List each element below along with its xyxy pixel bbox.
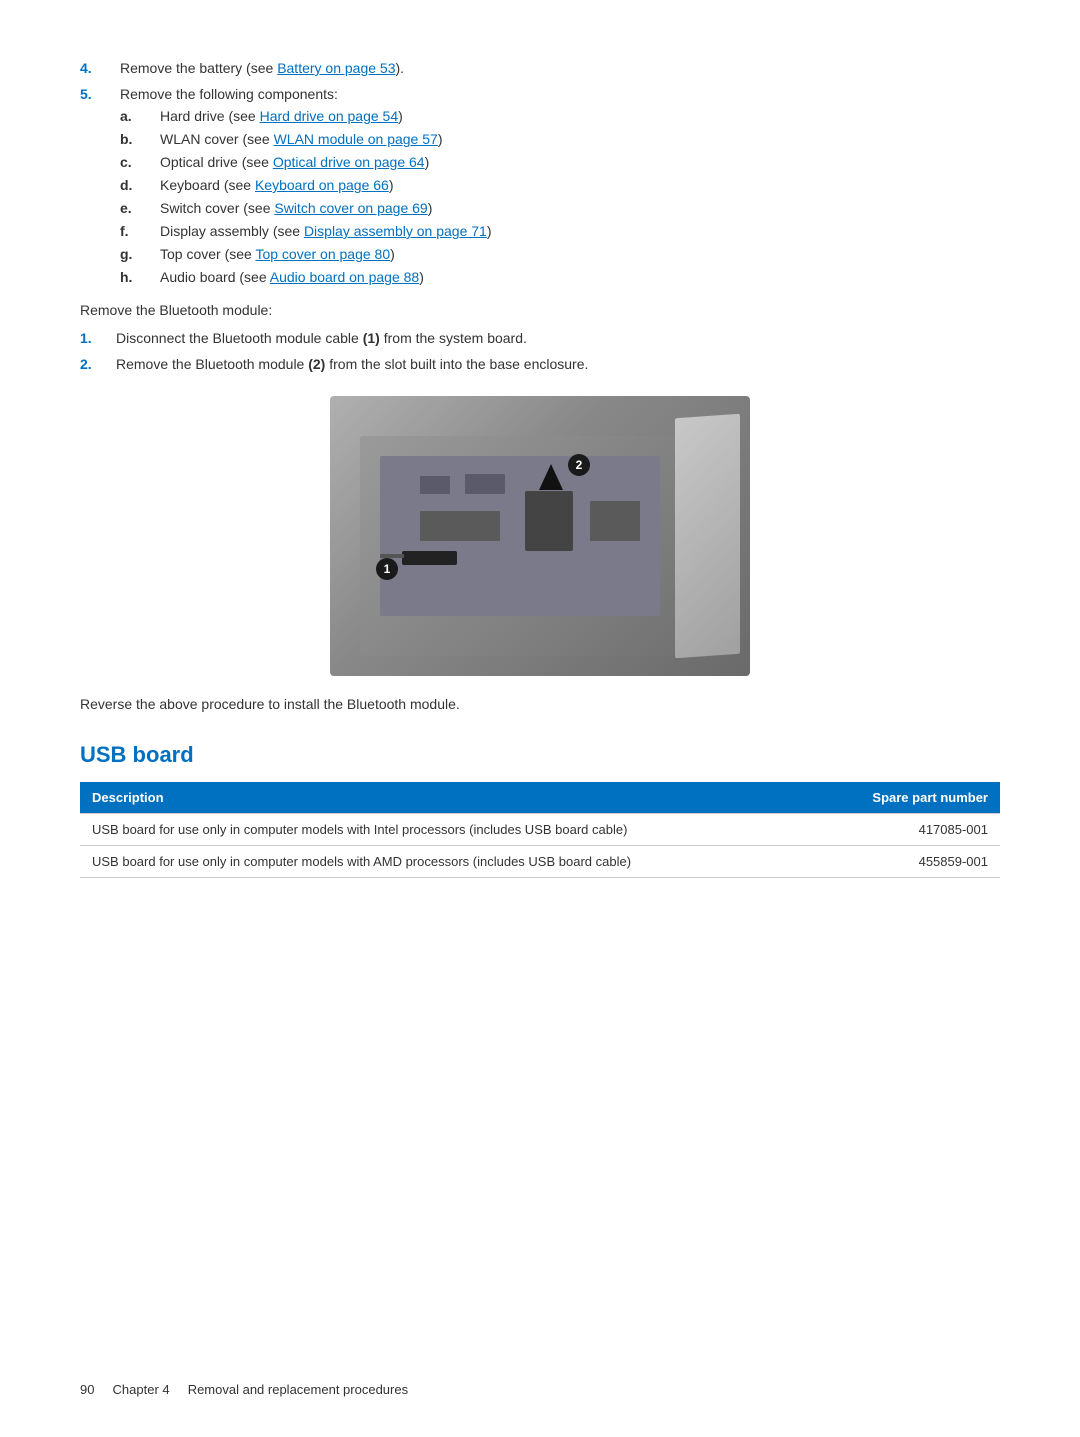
usb-board-title: USB board	[80, 742, 1000, 768]
bt-step-1-content: Disconnect the Bluetooth module cable (1…	[116, 330, 527, 346]
sub-step-h: h. Audio board (see Audio board on page …	[120, 269, 1000, 285]
step-4-num: 4.	[80, 60, 120, 76]
bt-step-1-bold: (1)	[363, 330, 380, 346]
hard-drive-link[interactable]: Hard drive on page 54	[260, 108, 399, 124]
sub-label-c: c.	[120, 154, 160, 170]
top-cover-link[interactable]: Top cover on page 80	[255, 246, 390, 262]
battery-link[interactable]: Battery on page 53	[277, 60, 395, 76]
arrow-up-shape	[539, 464, 563, 490]
sub-content-e: Switch cover (see Switch cover on page 6…	[160, 200, 432, 216]
right-panel	[675, 414, 740, 659]
bluetooth-intro: Remove the Bluetooth module:	[80, 302, 1000, 318]
part-number-cell-2: 455859-001	[817, 846, 1000, 878]
table-header-row: Description Spare part number	[80, 782, 1000, 814]
sub-label-e: e.	[120, 200, 160, 216]
audio-board-link[interactable]: Audio board on page 88	[270, 269, 419, 285]
display-assembly-link[interactable]: Display assembly on page 71	[304, 223, 487, 239]
sub-content-c: Optical drive (see Optical drive on page…	[160, 154, 429, 170]
bt-module-shape	[525, 491, 573, 551]
badge-2: 2	[568, 454, 590, 476]
step-5-text: Remove the following components:	[120, 86, 338, 102]
description-cell-1: USB board for use only in computer model…	[80, 814, 817, 846]
bt-step-2: 2. Remove the Bluetooth module (2) from …	[80, 356, 1000, 372]
sub-label-g: g.	[120, 246, 160, 262]
bt-step-2-content: Remove the Bluetooth module (2) from the…	[116, 356, 588, 372]
keyboard-link[interactable]: Keyboard on page 66	[255, 177, 389, 193]
switch-cover-link[interactable]: Switch cover on page 69	[274, 200, 427, 216]
step-5-num: 5.	[80, 86, 120, 102]
bluetooth-diagram: 1 2	[330, 396, 750, 676]
step-5: 5. Remove the following components: a. H…	[80, 86, 1000, 292]
bt-step-1: 1. Disconnect the Bluetooth module cable…	[80, 330, 1000, 346]
wlan-link[interactable]: WLAN module on page 57	[274, 131, 438, 147]
step-4-text: Remove the battery (see	[120, 60, 277, 76]
optical-drive-link[interactable]: Optical drive on page 64	[273, 154, 425, 170]
badge-1: 1	[376, 558, 398, 580]
reverse-note: Reverse the above procedure to install t…	[80, 696, 1000, 712]
sub-content-b: WLAN cover (see WLAN module on page 57)	[160, 131, 442, 147]
step-4-content: Remove the battery (see Battery on page …	[120, 60, 1000, 76]
sub-content-g: Top cover (see Top cover on page 80)	[160, 246, 395, 262]
description-cell-2: USB board for use only in computer model…	[80, 846, 817, 878]
bt-step-2-num: 2.	[80, 356, 116, 372]
sub-step-g: g. Top cover (see Top cover on page 80)	[120, 246, 1000, 262]
footer-chapter: Chapter 4	[113, 1382, 170, 1397]
col-part-number-header: Spare part number	[817, 782, 1000, 814]
part-number-cell-1: 417085-001	[817, 814, 1000, 846]
sub-step-b: b. WLAN cover (see WLAN module on page 5…	[120, 131, 1000, 147]
sub-label-f: f.	[120, 223, 160, 239]
sub-step-d: d. Keyboard (see Keyboard on page 66)	[120, 177, 1000, 193]
sub-content-f: Display assembly (see Display assembly o…	[160, 223, 492, 239]
sub-steps-list: a. Hard drive (see Hard drive on page 54…	[120, 108, 1000, 285]
sub-label-a: a.	[120, 108, 160, 124]
table-row: USB board for use only in computer model…	[80, 814, 1000, 846]
parts-table: Description Spare part number USB board …	[80, 782, 1000, 878]
sub-label-h: h.	[120, 269, 160, 285]
component-3	[420, 511, 500, 541]
sub-content-d: Keyboard (see Keyboard on page 66)	[160, 177, 394, 193]
col-description-header: Description	[80, 782, 817, 814]
step-5-content: Remove the following components: a. Hard…	[120, 86, 1000, 292]
sub-label-d: d.	[120, 177, 160, 193]
sub-content-a: Hard drive (see Hard drive on page 54)	[160, 108, 403, 124]
table-row: USB board for use only in computer model…	[80, 846, 1000, 878]
bt-step-1-text-before: Disconnect the Bluetooth module cable	[116, 330, 363, 346]
bt-step-2-bold: (2)	[308, 356, 325, 372]
footer-chapter-title: Removal and replacement procedures	[188, 1382, 408, 1397]
component-1	[420, 476, 450, 494]
sub-step-c: c. Optical drive (see Optical drive on p…	[120, 154, 1000, 170]
component-2	[465, 474, 505, 494]
sub-step-f: f. Display assembly (see Display assembl…	[120, 223, 1000, 239]
step-4: 4. Remove the battery (see Battery on pa…	[80, 60, 1000, 76]
bt-step-1-num: 1.	[80, 330, 116, 346]
bt-step-2-text-after: from the slot built into the base enclos…	[325, 356, 588, 372]
sub-step-e: e. Switch cover (see Switch cover on pag…	[120, 200, 1000, 216]
sub-label-b: b.	[120, 131, 160, 147]
bt-step-2-text-before: Remove the Bluetooth module	[116, 356, 308, 372]
sub-step-a: a. Hard drive (see Hard drive on page 54…	[120, 108, 1000, 124]
bt-step-1-text-after: from the system board.	[380, 330, 527, 346]
page-footer: 90 Chapter 4 Removal and replacement pro…	[80, 1382, 408, 1397]
diagram-inner: 1 2	[330, 396, 750, 676]
cable-connector	[402, 551, 457, 565]
bluetooth-diagram-container: 1 2	[80, 396, 1000, 676]
step-4-end: ).	[396, 60, 405, 76]
footer-page-num: 90	[80, 1382, 94, 1397]
component-4	[590, 501, 640, 541]
sub-content-h: Audio board (see Audio board on page 88)	[160, 269, 424, 285]
